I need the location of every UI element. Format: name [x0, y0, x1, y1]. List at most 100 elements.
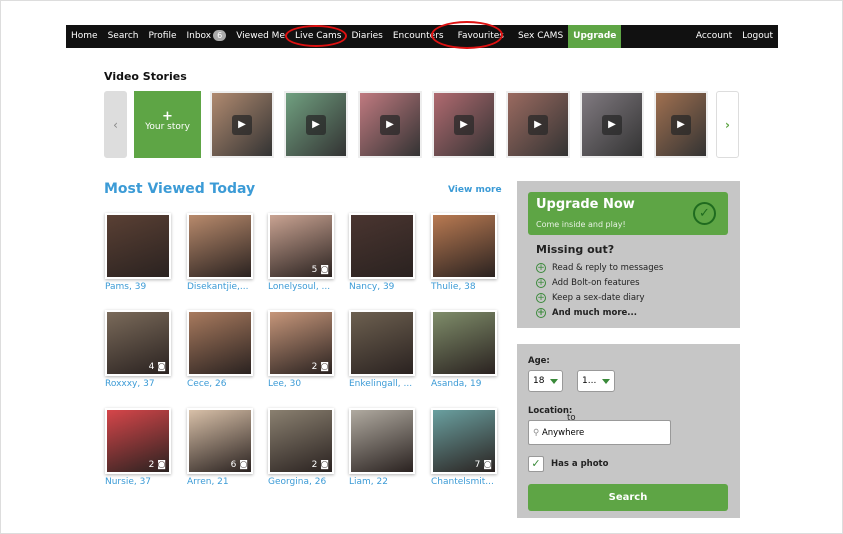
your-story-button[interactable]: + Your story	[134, 91, 201, 158]
video-story-thumbnail[interactable]: ▶	[210, 91, 274, 158]
camera-icon: ◙	[320, 265, 329, 275]
photo-count-value: 7	[474, 460, 481, 470]
profile-name-link[interactable]: Georgina, 26	[268, 477, 326, 487]
photo-count: 6 ◙	[231, 460, 248, 470]
profile-name-link[interactable]: Enkelingall, ...	[349, 379, 412, 389]
video-story-thumbnail[interactable]: ▶	[506, 91, 570, 158]
age-label: Age:	[528, 356, 550, 366]
profile-photo[interactable]	[431, 310, 497, 376]
nav-search[interactable]: Search	[103, 25, 144, 48]
photo-count-value: 2	[311, 362, 318, 372]
nav-logout[interactable]: Logout	[737, 25, 778, 48]
profile-name-link[interactable]: Lonelysoul, ...	[268, 282, 330, 292]
video-story-thumbnail[interactable]: ▶	[358, 91, 422, 158]
profile-name-link[interactable]: Thulie, 38	[431, 282, 476, 292]
location-label: Location:	[528, 406, 573, 416]
profile-name-link[interactable]: Liam, 22	[349, 477, 388, 487]
profile-name-link[interactable]: Chantelsmit...	[431, 477, 494, 487]
camera-icon: ◙	[157, 362, 166, 372]
nav-encounters[interactable]: Encounters	[388, 25, 449, 48]
profile-photo[interactable]	[349, 408, 415, 474]
profile-name-link[interactable]: Disekantjie,...	[187, 282, 248, 292]
chevron-right-icon: ›	[725, 117, 730, 132]
profile-photo[interactable]	[349, 213, 415, 279]
view-more-link[interactable]: View more	[448, 185, 502, 195]
profile-name-link[interactable]: Nancy, 39	[349, 282, 394, 292]
profile-photo[interactable]	[187, 310, 253, 376]
profile-name-link[interactable]: Cece, 26	[187, 379, 226, 389]
video-story-thumbnail[interactable]: ▶	[432, 91, 496, 158]
profile-photo[interactable]: 5 ◙	[268, 213, 334, 279]
upgrade-now-button[interactable]: Upgrade Now Come inside and play! ✓	[528, 192, 728, 235]
profile-name-link[interactable]: Arren, 21	[187, 477, 229, 487]
location-input[interactable]: ⚲ Anywhere	[528, 420, 671, 445]
age-to-select[interactable]: 1...	[577, 370, 615, 392]
profile-photo[interactable]: 4 ◙	[105, 310, 171, 376]
video-stories-title: Video Stories	[104, 70, 187, 83]
profile-name-link[interactable]: Asanda, 19	[431, 379, 481, 389]
inbox-count-badge: 6	[213, 30, 227, 41]
profile-photo[interactable]	[105, 213, 171, 279]
play-icon: ▶	[306, 114, 326, 135]
video-story-thumbnail[interactable]: ▶	[284, 91, 348, 158]
nav-inbox[interactable]: Inbox 6	[181, 25, 231, 48]
nav-profile[interactable]: Profile	[144, 25, 182, 48]
has-photo-checkbox[interactable]: ✓	[528, 456, 544, 472]
nav-viewed-me[interactable]: Viewed Me	[231, 25, 290, 48]
has-photo-label: Has a photo	[551, 459, 609, 469]
video-story-thumbnail[interactable]: ▶	[654, 91, 708, 158]
plus-circle-icon: +	[536, 308, 546, 318]
play-icon: ▶	[671, 114, 691, 135]
feature-item: + Keep a sex-date diary	[536, 293, 645, 303]
nav-diaries[interactable]: Diaries	[347, 25, 388, 48]
play-icon: ▶	[528, 114, 548, 135]
profile-photo[interactable]: 6 ◙	[187, 408, 253, 474]
nav-sex-cams[interactable]: Sex CAMS	[513, 25, 568, 48]
profile-name-link[interactable]: Pams, 39	[105, 282, 146, 292]
search-icon: ⚲	[533, 428, 542, 438]
profile-photo[interactable]	[187, 213, 253, 279]
most-viewed-title: Most Viewed Today	[104, 181, 256, 197]
age-from-select[interactable]: 18	[528, 370, 563, 392]
feature-label: Add Bolt-on features	[552, 278, 640, 288]
profile-photo[interactable]: 2 ◙	[268, 408, 334, 474]
feature-label: Read & reply to messages	[552, 263, 664, 273]
upgrade-panel: Upgrade Now Come inside and play! ✓ Missin…	[517, 181, 740, 328]
feature-label: And much more...	[552, 308, 637, 318]
play-icon: ▶	[602, 114, 622, 135]
play-icon: ▶	[454, 114, 474, 135]
upgrade-subtitle: Come inside and play!	[536, 220, 626, 229]
stories-prev-button[interactable]: ‹	[104, 91, 127, 158]
profile-name-link[interactable]: Roxxxy, 37	[105, 379, 155, 389]
play-icon: ▶	[232, 114, 252, 135]
feature-item: + Read & reply to messages	[536, 263, 663, 273]
search-button[interactable]: Search	[528, 484, 728, 511]
profile-name-link[interactable]: Lee, 30	[268, 379, 301, 389]
photo-count-value: 2	[311, 460, 318, 470]
photo-count: 7 ◙	[475, 460, 492, 470]
nav-home[interactable]: Home	[66, 25, 103, 48]
profile-photo[interactable]: 2 ◙	[268, 310, 334, 376]
nav-favourites[interactable]: Favourites	[449, 25, 513, 48]
your-story-label: Your story	[145, 122, 190, 132]
photo-count-value: 4	[148, 362, 155, 372]
photo-count-value: 6	[230, 460, 237, 470]
plus-circle-icon: +	[536, 278, 546, 288]
profile-photo[interactable]	[431, 213, 497, 279]
video-story-thumbnail[interactable]: ▶	[580, 91, 644, 158]
profile-photo[interactable]	[349, 310, 415, 376]
check-circle-icon: ✓	[693, 202, 716, 225]
stories-next-button[interactable]: ›	[716, 91, 739, 158]
location-value: Anywhere	[541, 428, 585, 438]
nav-live-cams[interactable]: Live Cams	[290, 25, 347, 48]
photo-count: 4 ◙	[149, 362, 166, 372]
nav-upgrade[interactable]: Upgrade	[568, 25, 622, 48]
profile-name-link[interactable]: Nursie, 37	[105, 477, 151, 487]
photo-count: 2 ◙	[149, 460, 166, 470]
profile-photo[interactable]: 2 ◙	[105, 408, 171, 474]
play-icon: ▶	[380, 114, 400, 135]
photo-count-value: 2	[148, 460, 155, 470]
photo-count-value: 5	[311, 265, 318, 275]
nav-account[interactable]: Account	[691, 25, 737, 48]
profile-photo[interactable]: 7 ◙	[431, 408, 497, 474]
